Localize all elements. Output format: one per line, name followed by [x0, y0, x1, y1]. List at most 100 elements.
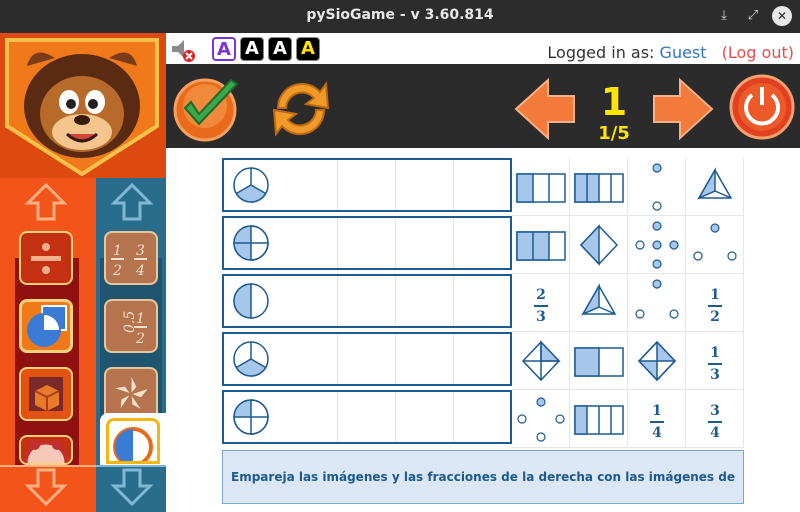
option-fraction[interactable]: 12	[686, 274, 744, 332]
decimal-fraction-category-button[interactable]: 0.5 1 2	[104, 299, 158, 353]
option-dots[interactable]	[628, 216, 686, 274]
geometry-category-button[interactable]	[19, 367, 73, 421]
option-fraction[interactable]: 23	[512, 274, 570, 332]
lion-logo-icon	[5, 38, 159, 176]
option-dots[interactable]	[512, 390, 570, 448]
pie-quarters-two-icon	[233, 225, 269, 261]
division-category-button[interactable]	[19, 231, 73, 285]
scroll-down-right-icon[interactable]	[110, 468, 154, 508]
pyramid-icon	[697, 167, 733, 200]
action-bar: 1 1/5	[166, 66, 800, 148]
fraction-label: 12	[686, 288, 744, 324]
drop-cell[interactable]	[338, 218, 396, 268]
scroll-up-right-icon[interactable]	[110, 181, 154, 221]
next-arrow-icon[interactable]	[650, 76, 716, 142]
logged-in-label: Logged in as:	[547, 43, 655, 62]
top-toolbar: A A A A Logged in as: Guest (Log out) 1 …	[166, 33, 800, 148]
star-shape-icon	[112, 374, 151, 412]
drop-cell[interactable]	[338, 392, 396, 442]
drop-cell[interactable]	[280, 392, 338, 442]
sound-muted-icon[interactable]	[170, 37, 196, 63]
power-exit-icon[interactable]	[728, 73, 796, 141]
pie-thirds-icon	[233, 167, 269, 203]
dots-icon	[517, 397, 565, 442]
decimal-fraction-icon: 0.5 1 2	[122, 311, 147, 347]
fraction-label: 23	[512, 288, 570, 324]
font-size-button-4[interactable]: A	[296, 37, 320, 61]
svg-text:1: 1	[136, 311, 145, 327]
drop-cell[interactable]	[280, 160, 338, 210]
clock-category-button[interactable]	[19, 435, 73, 465]
drop-cell[interactable]	[396, 160, 454, 210]
option-fraction[interactable]: 14	[628, 390, 686, 448]
reload-icon[interactable]	[266, 74, 336, 144]
options-grid: 23 12 1 3 1 4 3 4	[512, 158, 744, 448]
maximize-icon[interactable]: ⤢	[743, 6, 763, 26]
fraction-pie-category-button[interactable]	[106, 418, 160, 464]
option-pyramid[interactable]	[686, 158, 744, 216]
option-pyramid[interactable]	[570, 274, 628, 332]
option-diamond-half-quarters[interactable]	[628, 332, 686, 390]
drop-cell[interactable]	[396, 334, 454, 384]
option-fraction[interactable]: 34	[686, 390, 744, 448]
window-titlebar: pySioGame - v 3.60.814 ⤓ ⤢ ✕	[0, 0, 800, 33]
drop-cell[interactable]	[338, 160, 396, 210]
drop-cell[interactable]	[454, 392, 512, 442]
logout-link[interactable]: (Log out)	[722, 43, 794, 62]
scroll-down-left-icon[interactable]	[24, 468, 68, 508]
target-slot-5[interactable]	[222, 390, 512, 444]
drop-cell[interactable]	[396, 392, 454, 442]
option-diamond-half[interactable]	[570, 216, 628, 274]
drop-cell[interactable]	[454, 160, 512, 210]
dots-icon	[635, 221, 679, 269]
option-rect-third[interactable]	[512, 158, 570, 216]
diamond-icon	[579, 224, 619, 266]
fraction-label: 14	[628, 404, 686, 440]
target-slot-2[interactable]	[222, 216, 512, 270]
font-size-button-1[interactable]: A	[212, 37, 236, 61]
option-rect-half[interactable]	[570, 332, 628, 390]
option-rect-quarter[interactable]	[570, 390, 628, 448]
drop-cell[interactable]	[338, 334, 396, 384]
minimize-icon[interactable]: ⤓	[714, 6, 734, 26]
page-progress: 1/5	[598, 123, 630, 144]
font-size-button-3[interactable]: A	[268, 37, 292, 61]
window-title: pySioGame - v 3.60.814	[306, 7, 494, 23]
close-icon[interactable]: ✕	[772, 6, 792, 26]
instructions-panel: Empareja las imágenes y las fracciones d…	[222, 450, 744, 504]
drop-cell[interactable]	[280, 276, 338, 326]
scroll-up-left-icon[interactable]	[24, 181, 68, 221]
option-dots[interactable]	[628, 158, 686, 216]
rect-thirds-icon	[516, 231, 566, 261]
rect-halves-icon	[574, 347, 624, 377]
diamond-quarters-icon	[637, 340, 677, 382]
rect-quarters-icon	[574, 405, 624, 435]
fractions-category-button[interactable]	[19, 299, 73, 353]
font-size-button-2[interactable]: A	[240, 37, 264, 61]
option-dots[interactable]	[686, 216, 744, 274]
drop-cell[interactable]	[280, 218, 338, 268]
option-fraction[interactable]: 13	[686, 332, 744, 390]
option-diamond-quarter[interactable]	[512, 332, 570, 390]
drop-cell[interactable]	[396, 218, 454, 268]
previous-arrow-icon[interactable]	[512, 76, 578, 142]
division-icon	[31, 243, 61, 274]
check-answer-icon[interactable]	[171, 72, 243, 144]
option-rect-quarters[interactable]	[570, 158, 628, 216]
target-slot-1[interactable]	[222, 158, 512, 212]
drop-cell[interactable]	[454, 218, 512, 268]
drop-cell[interactable]	[280, 334, 338, 384]
drop-cell[interactable]	[454, 334, 512, 384]
target-slot-4[interactable]	[222, 332, 512, 386]
fraction-pie-icon	[27, 305, 67, 347]
svg-text:1: 1	[113, 243, 122, 259]
fraction-numbers-category-button[interactable]: 1 2 3 4	[104, 231, 158, 285]
user-name-link[interactable]: Guest	[660, 43, 707, 62]
option-dots[interactable]	[628, 274, 686, 332]
drop-cell[interactable]	[396, 276, 454, 326]
drop-cell[interactable]	[338, 276, 396, 326]
option-rect-two-thirds[interactable]	[512, 216, 570, 274]
svg-text:3: 3	[136, 243, 145, 259]
target-slot-3[interactable]	[222, 274, 512, 328]
drop-cell[interactable]	[454, 276, 512, 326]
